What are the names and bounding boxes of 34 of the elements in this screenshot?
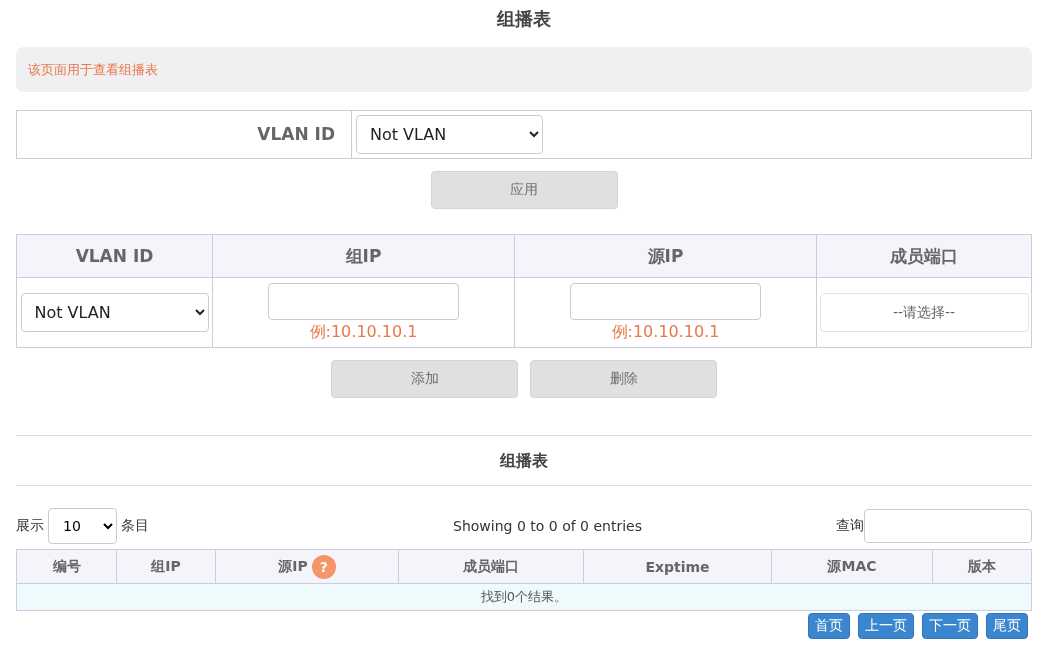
pagination-button[interactable]: 上一页 bbox=[858, 613, 914, 639]
search-field[interactable] bbox=[864, 509, 1032, 543]
column-header: 组IP bbox=[213, 235, 515, 278]
help-icon[interactable]: ? bbox=[311, 554, 336, 579]
vlan-select[interactable]: Not VLAN bbox=[356, 115, 543, 154]
column-header: VLAN ID bbox=[17, 235, 213, 278]
length-label: 条目 bbox=[121, 517, 149, 535]
column-header: 组IP bbox=[151, 557, 181, 576]
column-header: 源IP bbox=[515, 235, 817, 278]
empty-message: 找到0个结果。 bbox=[480, 588, 568, 606]
column-header: 源IP bbox=[278, 557, 308, 576]
source-ip-input[interactable] bbox=[570, 282, 761, 320]
column-header: Exptime bbox=[645, 558, 710, 575]
vlan-select[interactable]: Not VLAN bbox=[20, 293, 209, 332]
port-select[interactable]: --请选择-- bbox=[819, 293, 1029, 332]
page-title: 组播表 bbox=[495, 7, 552, 31]
info-text: 该页面用于查看组播表 bbox=[28, 60, 158, 79]
entries-info: Showing 0 to 0 of 0 entries bbox=[453, 518, 642, 534]
pagination-button[interactable]: 下一页 bbox=[922, 613, 978, 639]
pagination-button[interactable]: 尾页 bbox=[986, 613, 1028, 639]
hint-text: 例:10.10.10.1 bbox=[309, 321, 418, 343]
page-length-select[interactable]: 10 bbox=[48, 508, 117, 544]
column-header: 成员端口 bbox=[463, 557, 519, 576]
length-label: 展示 bbox=[16, 517, 44, 535]
pagination-button[interactable]: 首页 bbox=[808, 613, 850, 639]
column-header: 成员端口 bbox=[817, 235, 1032, 278]
field-label: VLAN ID bbox=[17, 111, 352, 158]
column-header: 编号 bbox=[52, 557, 81, 576]
hint-text: 例:10.10.10.1 bbox=[611, 321, 720, 343]
search-label: 查询 bbox=[836, 517, 864, 535]
section-title: 组播表 bbox=[499, 450, 549, 472]
group-ip-input[interactable] bbox=[268, 282, 459, 320]
column-header: 版本 bbox=[968, 557, 996, 576]
column-header: 源MAC bbox=[827, 557, 877, 576]
